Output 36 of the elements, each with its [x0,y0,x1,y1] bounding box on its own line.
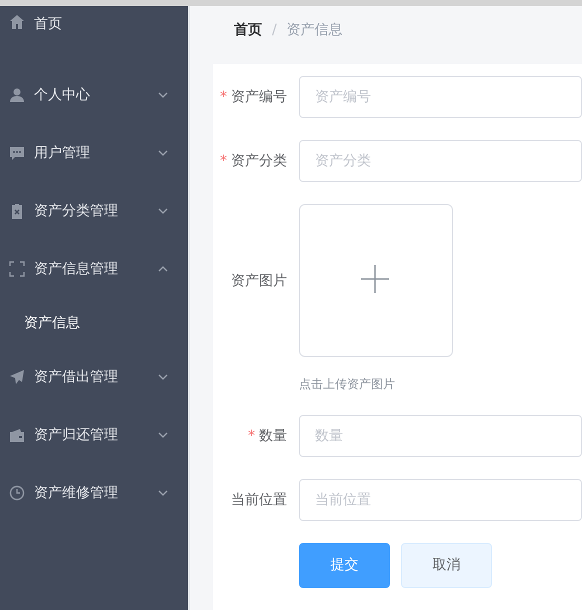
menu-item[interactable]: 资产信息管理 [0,240,188,298]
required-mark: * [220,153,227,169]
field-label: 数量 [259,428,287,444]
field-label: 当前位置 [231,492,287,508]
upload-box[interactable] [299,204,453,357]
menu-item[interactable]: 资产维修管理 [0,464,188,522]
clipboard-icon [9,203,25,219]
field-label: 资产图片 [231,273,287,289]
menu-item[interactable]: 个人中心 [0,66,188,124]
menu-item[interactable]: 资产归还管理 [0,406,188,464]
breadcrumb-item[interactable]: 首页 [234,20,262,64]
required-mark: * [248,428,255,444]
input-field[interactable]: 资产分类 [299,140,582,182]
menu-item[interactable]: 首页 [0,8,188,38]
cancel-button[interactable]: 取消 [401,543,492,588]
required-mark: * [220,89,227,105]
home-icon [9,14,25,30]
clock-icon [9,485,25,501]
upload-hint: 点击上传资产图片 [299,376,396,393]
breadcrumb-item: 资产信息 [286,21,343,40]
chat-icon [9,145,25,161]
field-label: 资产分类 [231,153,287,169]
frame-icon [9,261,25,277]
paper-plane-icon [9,369,25,385]
input-field[interactable]: 当前位置 [299,479,582,521]
menu-item[interactable]: 用户管理 [0,124,188,182]
field-label: 资产编号 [231,89,287,105]
breadcrumb-separator: / [272,21,277,40]
user-icon [9,87,25,103]
wallet-icon [9,427,25,443]
input-field[interactable]: 数量 [299,415,582,457]
menu-item[interactable]: 资产借出管理 [0,348,188,406]
input-field[interactable]: 资产编号 [299,76,582,118]
plus-icon [360,264,390,294]
submenu-item[interactable]: 资产信息 [0,298,188,348]
menu-item[interactable]: 资产分类管理 [0,182,188,240]
